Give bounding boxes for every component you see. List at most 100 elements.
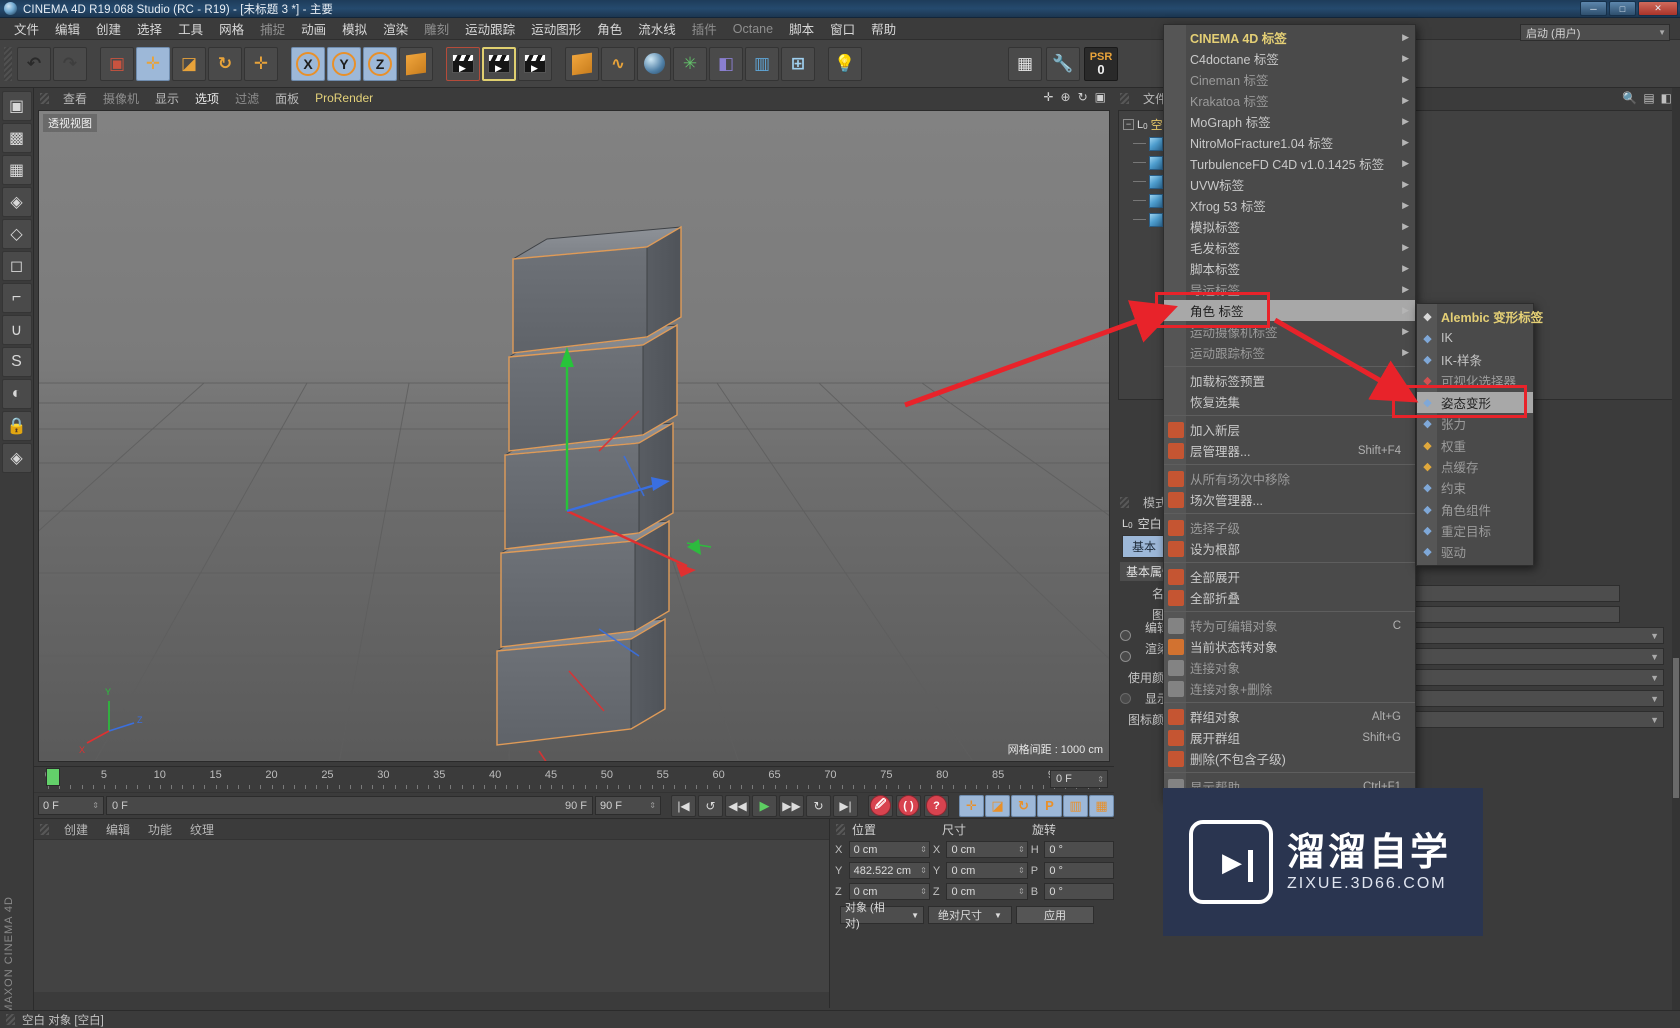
magnet-tool-button[interactable]: ∪ (1, 315, 32, 345)
coordinate-row[interactable]: Y 482.522 cm ⇕ Y 0 cm ⇕ P 0 ° (830, 860, 1114, 881)
menu-6[interactable]: 捕捉 (252, 17, 293, 40)
context-menu-item[interactable]: Cineman 标签 ▶ (1164, 69, 1415, 90)
context-menu-item[interactable]: C4doctane 标签 ▶ (1164, 48, 1415, 69)
coordinates-rows[interactable]: X0 cm ⇕ X 0 cm ⇕ H 0 ° Y 482.522 cm ⇕ Y 0 cm ⇕ P 0 ° Z 0… (830, 839, 1114, 902)
axis-y-button[interactable]: Y (327, 46, 361, 81)
context-menu-items[interactable]: CINEMA 4D 标签 ▶ C4doctane 标签 ▶ Cineman 标签 ▶ Kra… (1164, 27, 1415, 797)
record-buttons[interactable]: 🖉 ( )? (868, 794, 949, 817)
maximize-view-icon[interactable]: ▣ (1095, 90, 1106, 104)
config-button[interactable]: 🔧 (1046, 46, 1080, 81)
spinner-icon[interactable]: ⇕ (1018, 866, 1025, 875)
live-selection-button[interactable]: ▣ (100, 46, 134, 81)
viewport-menu-6[interactable]: ProRender (307, 90, 381, 106)
loop-button[interactable]: ↺ (698, 794, 723, 817)
snap-tool-button[interactable]: S (1, 347, 32, 377)
deformer-button[interactable]: ◧ (709, 46, 743, 81)
position-field[interactable]: 0 cm ⇕ (848, 841, 930, 858)
viewport-canvas[interactable]: 透视视图 Y Z X 网格间距: 1000 cm (38, 110, 1110, 762)
close-button[interactable]: ✕ (1638, 1, 1678, 16)
main-toolbar[interactable]: ↶ ↷ ▣ ✛ ◪ ↻ ✛ X Y Z ∿ ✳ ◧ ▥ ⊞ 💡 ▦ 🔧 PSR … (0, 40, 1680, 88)
coordinates-panel[interactable]: 位置 尺寸 旋转 X0 cm ⇕ X 0 cm ⇕ H 0 ° Y 482.522 cm ⇕ Y 0 … (829, 818, 1114, 1008)
submenu-item[interactable]: ◆ 姿态变形 (1417, 391, 1533, 413)
context-menu-item[interactable]: 角色 标签 ▶ (1164, 300, 1415, 321)
viewport-menu-4[interactable]: 过滤 (227, 89, 267, 108)
layout-button[interactable]: ▦ (1008, 46, 1042, 81)
menu-19[interactable]: 帮助 (863, 17, 904, 40)
key-toggle-buttons[interactable]: ✛ ◪ ↻ P ▥ ▦ (959, 794, 1114, 817)
undo-button[interactable]: ↶ (17, 46, 51, 81)
context-menu-item[interactable]: 加入新层 (1164, 419, 1415, 440)
light-button[interactable]: 💡 (828, 46, 862, 81)
viewport-nav-tools[interactable]: ✛ ⊕ ↻ ▣ (1043, 90, 1106, 104)
go-to-start-button[interactable]: |◀ (671, 794, 696, 817)
viewport-panel[interactable]: 查看 摄像机 显示 选项 过滤 面板 ProRender ✛ ⊕ ↻ ▣ 透视视图 (34, 88, 1114, 766)
key-rotation-button[interactable]: ↻ (1011, 794, 1036, 817)
key-timeline-button[interactable]: ▦ (1089, 794, 1114, 817)
context-menu-item[interactable]: Xfrog 53 标签 ▶ (1164, 195, 1415, 216)
size-field[interactable]: 0 cm ⇕ (946, 862, 1028, 879)
character-tag-submenu[interactable]: ◆ Alembic 变形标签 ◆ IK ◆ IK-样条 ◆ 可视化选择器 ◆ 姿态变形 ◆ 张力 ◆ 权重… (1416, 303, 1543, 566)
context-menu-item[interactable]: UVW标签 ▶ (1164, 174, 1415, 195)
timeline-ruler[interactable]: 051015202530354045505560657075808590 0 F… (34, 766, 1114, 792)
axis-x-button[interactable]: X (291, 46, 325, 81)
move-tool-button[interactable]: ✛ (136, 46, 170, 81)
axis-z-button[interactable]: Z (363, 46, 397, 81)
material-menu-2[interactable]: 功能 (139, 820, 181, 839)
pan-icon[interactable]: ✛ (1043, 90, 1053, 104)
viewport-menu-bar[interactable]: 查看 摄像机 显示 选项 过滤 面板 ProRender (34, 88, 1114, 108)
step-forward-button[interactable]: ▶▶ (779, 794, 804, 817)
submenu-item[interactable]: ◆ IK (1417, 327, 1533, 348)
search-icon[interactable]: 🔍 (1622, 91, 1637, 105)
redo-button[interactable]: ↷ (53, 46, 87, 81)
submenu-item[interactable]: ◆ IK-样条 (1417, 349, 1533, 370)
size-field[interactable]: 0 cm ⇕ (946, 841, 1028, 858)
menu-12[interactable]: 运动图形 (523, 17, 589, 40)
submenu-items[interactable]: ◆ Alembic 变形标签 ◆ IK ◆ IK-样条 ◆ 可视化选择器 ◆ 姿态变形 ◆ 张力 ◆ 权重… (1417, 306, 1543, 563)
menu-14[interactable]: 流水线 (630, 17, 684, 40)
key-param-button[interactable]: P (1037, 794, 1062, 817)
menu-2[interactable]: 创建 (88, 17, 129, 40)
zoom-icon[interactable]: ⊕ (1061, 90, 1071, 104)
collapse-icon[interactable]: ◧ (1661, 91, 1672, 105)
world-axis-button[interactable] (399, 46, 433, 81)
material-list-area[interactable] (34, 839, 829, 992)
coordinate-row[interactable]: X 0 cm ⇕ X 0 cm ⇕ H 0 ° (830, 839, 1114, 860)
checker-tool-button[interactable]: ▩ (1, 123, 32, 153)
menu-9[interactable]: 渲染 (375, 17, 416, 40)
material-menu-3[interactable]: 纹理 (181, 820, 223, 839)
position-field[interactable]: 0 cm ⇕ (848, 883, 930, 900)
record-key-button[interactable]: 🖉 (868, 794, 893, 817)
context-menu-item[interactable]: 恢复选集 (1164, 391, 1415, 412)
context-menu-item[interactable]: 运动跟踪标签 ▶ (1164, 342, 1415, 363)
animation-transport-bar[interactable]: 0 F ⇕ 0 F 90 F 90 F ⇕ |◀ ↺ ◀◀ ▶ ▶▶ ↻ ▶| 🖉( )? … (34, 792, 1114, 818)
submenu-item[interactable]: ◆ Alembic 变形标签 (1417, 306, 1543, 327)
quantize-tool-button[interactable]: ◈ (1, 443, 32, 473)
rotation-field[interactable]: 0 ° (1044, 883, 1114, 900)
object-context-menu[interactable]: CINEMA 4D 标签 ▶ C4doctane 标签 ▶ Cineman 标签 ▶ Kra… (1163, 24, 1416, 800)
spinner-icon[interactable]: ⇕ (649, 801, 656, 810)
context-menu-item[interactable]: MoGraph 标签 ▶ (1164, 111, 1415, 132)
context-menu-item[interactable]: 删除(不包含子级) (1164, 748, 1415, 769)
menu-10[interactable]: 雕刻 (416, 17, 457, 40)
current-frame-field[interactable]: 0 F ⇕ (1050, 770, 1108, 788)
timeline-playhead[interactable] (46, 768, 60, 786)
menu-1[interactable]: 编辑 (47, 17, 88, 40)
material-menu-1[interactable]: 编辑 (97, 820, 139, 839)
context-menu-item[interactable]: 层管理器... Shift+F4 (1164, 440, 1415, 461)
context-menu-item[interactable]: 选择子级 (1164, 517, 1415, 538)
menu-13[interactable]: 角色 (589, 17, 630, 40)
rotation-field[interactable]: 0 ° (1044, 841, 1114, 858)
spinner-icon[interactable]: ⇕ (1097, 775, 1104, 784)
attribute-grip[interactable] (1120, 496, 1129, 508)
coordinates-grip[interactable] (836, 823, 845, 835)
viewport-menu-0[interactable]: 查看 (55, 89, 95, 108)
primitive-cube-button[interactable] (565, 46, 599, 81)
move-alt-button[interactable]: ✛ (244, 46, 278, 81)
viewport-menu-5[interactable]: 面板 (267, 89, 307, 108)
start-frame-field[interactable]: 0 F ⇕ (38, 796, 104, 815)
viewport-menu-grip[interactable] (40, 92, 49, 104)
main-menu-bar[interactable]: 文件 编辑 创建 选择 工具 网格 捕捉 动画 模拟 渲染 雕刻 运动跟踪 运动图形 角色 流水线 插件 Oct… (0, 18, 1680, 40)
context-menu-item[interactable]: 脚本标签 ▶ (1164, 258, 1415, 279)
context-menu-item[interactable]: 连接对象 (1164, 657, 1415, 678)
submenu-item[interactable]: ◆ 约束 (1417, 477, 1533, 498)
